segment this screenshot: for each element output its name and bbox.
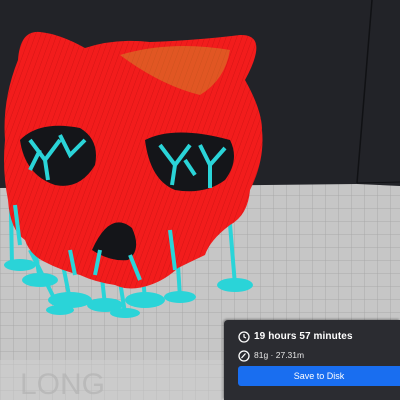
material-usage-row: 81g · 27.31m: [238, 349, 305, 362]
print-time-label: 19 hours 57 minutes: [254, 330, 353, 342]
svg-text:LONG: LONG: [20, 368, 105, 400]
weight-gauge-icon: [238, 349, 250, 362]
clock-icon: [238, 330, 250, 343]
print-time-row: 19 hours 57 minutes: [238, 330, 353, 343]
save-to-disk-button[interactable]: Save to Disk: [238, 366, 400, 386]
material-usage-label: 81g · 27.31m: [254, 350, 305, 360]
